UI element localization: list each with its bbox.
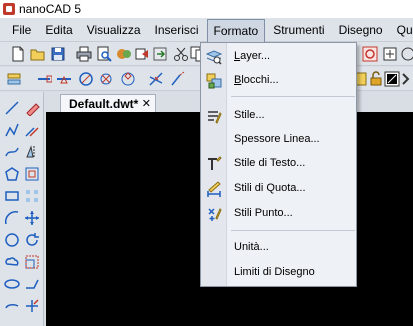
export-icon[interactable] [152,46,168,62]
snap-center-icon[interactable] [78,71,94,87]
menu-item-dimension-style-label: Stili di Quota... [234,182,306,194]
dimension-style-icon [207,181,221,197]
draw-toolbar [0,92,44,326]
ellipse-tool-icon[interactable] [4,276,20,292]
menu-item-line-weight-label: Spessore Linea... [234,133,320,145]
menu-item-text-style-label: Stile di Testo... [234,157,306,169]
title-bar: nanoCAD 5 [0,0,413,18]
text-style-icon [208,156,222,170]
format-menu-dropdown: Layer... Blocchi... Stile... Spessore Li… [200,42,357,287]
spline-tool-icon[interactable] [4,144,20,160]
menu-item-units-label: Unità... [234,241,269,253]
document-tab-label: Default.dwt* [69,96,139,111]
document-tab[interactable]: Default.dwt* ✕ [60,94,156,112]
trim-tool-icon[interactable] [24,298,40,314]
move-tool-icon[interactable] [24,210,40,226]
menu-insert[interactable]: Inserisci [149,19,205,41]
menu-item-drawing-limits-label: Limiti di Disegno [234,266,315,278]
menu-item-units[interactable]: Unità... [201,238,358,258]
menu-separator [231,230,355,231]
copy-object-icon[interactable] [24,122,40,138]
snap-intersection-icon[interactable] [148,71,164,87]
array-tool-icon[interactable] [24,188,40,204]
menu-item-dimension-style[interactable]: Stili di Quota... [201,179,358,199]
layer-lock-icon[interactable] [368,71,384,87]
polyline-tool-icon[interactable] [4,122,20,138]
close-tab-icon[interactable]: ✕ [142,97,151,110]
save-icon[interactable] [50,46,66,62]
rectangle-tool-icon[interactable] [4,188,20,204]
menu-item-drawing-limits[interactable]: Limiti di Disegno [201,263,358,283]
revision-cloud-tool-icon[interactable] [4,254,20,270]
menu-bar: File Edita Visualizza Inserisci Formato … [0,18,413,43]
menu-item-layer[interactable]: Layer... [201,47,358,67]
line-tool-icon[interactable] [4,100,20,116]
menu-draw[interactable]: Disegno [333,19,389,41]
snap-endpoint-icon[interactable] [36,71,52,87]
menu-edit[interactable]: Edita [39,19,78,41]
erase-tool-icon[interactable] [24,100,40,116]
publish-icon[interactable] [134,46,150,62]
print-icon[interactable] [76,46,92,62]
snap-midpoint-icon[interactable] [56,71,72,87]
menu-tools[interactable]: Strumenti [267,19,330,41]
menu-item-point-style[interactable]: Stili Punto... [201,204,358,224]
new-file-icon[interactable] [10,46,26,62]
menu-item-blocks[interactable]: Blocchi... [201,71,358,91]
menu-item-layer-label: Layer... [234,50,271,62]
window-title: nanoCAD 5 [19,2,82,16]
blocks-icon [206,73,222,89]
menu-item-style-label: Stile... [234,109,265,121]
scale-tool-icon[interactable] [24,254,40,270]
snap-quadrant-icon[interactable] [120,71,136,87]
menu-view[interactable]: Visualizza [81,19,147,41]
print-preview-icon[interactable] [96,46,112,62]
point-style-icon [208,208,222,221]
layer-dropdown-icon[interactable] [400,71,413,87]
menu-item-blocks-label: Blocchi... [234,74,279,86]
arc-tool-icon[interactable] [4,210,20,226]
snap-extension-icon[interactable] [170,71,186,87]
app-logo-icon [3,3,15,15]
zoom-extents-icon[interactable] [382,46,398,62]
menu-item-style[interactable]: Stile... [201,106,358,126]
menu-format[interactable]: Formato [206,18,266,43]
polygon-tool-icon[interactable] [4,166,20,182]
cut-icon[interactable] [173,46,189,62]
circle-tool-icon[interactable] [4,232,20,248]
menu-item-line-weight[interactable]: Spessore Linea... [201,130,358,150]
mirror-tool-icon[interactable] [24,144,40,160]
menu-item-text-style[interactable]: Stile di Testo... [201,154,358,174]
rotate-tool-icon[interactable] [24,232,40,248]
snap-node-icon[interactable] [98,71,114,87]
menu-dimension[interactable]: Quot [391,19,413,41]
layer-icon [206,50,222,65]
layer-current-color-icon[interactable] [384,71,400,87]
zoom-realtime-icon[interactable] [400,46,413,62]
offset-tool-icon[interactable] [24,166,40,182]
stretch-tool-icon[interactable] [24,276,40,292]
layer-states-icon[interactable] [6,71,22,87]
ellipse-arc-tool-icon[interactable] [4,298,20,314]
plot-icon[interactable] [116,46,132,62]
zoom-window-icon[interactable] [362,46,378,62]
menu-file[interactable]: File [6,19,37,41]
menu-separator [231,96,355,97]
menu-item-point-style-label: Stili Punto... [234,207,293,219]
style-icon [208,111,222,124]
open-folder-icon[interactable] [30,46,46,62]
